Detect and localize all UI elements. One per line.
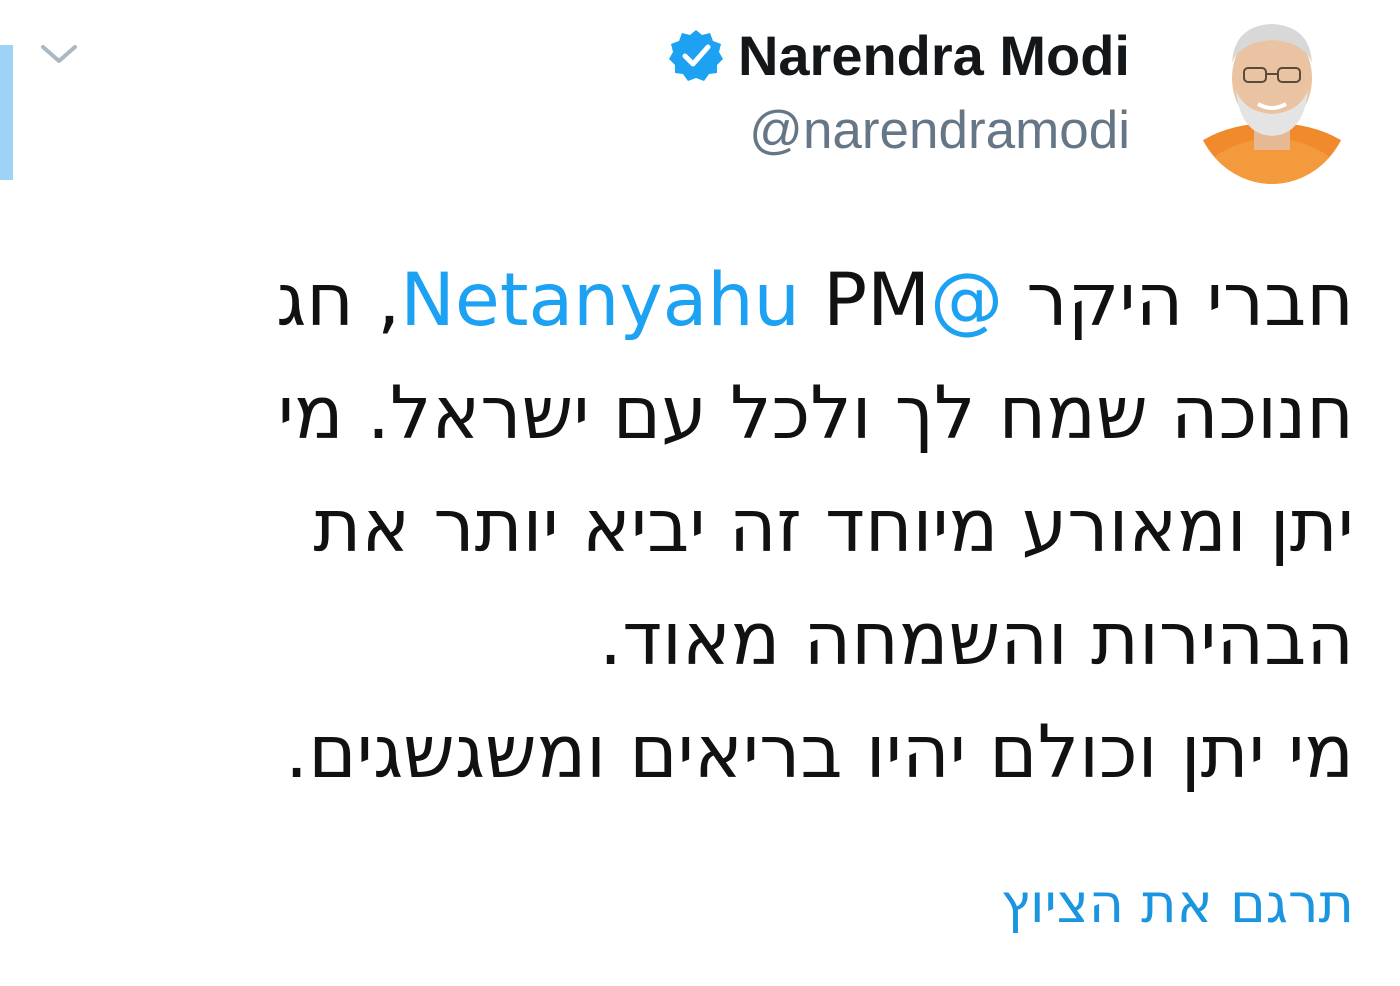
tweet-line-3: יתן ומאורע מיוחד זה יביא יותר את [313,484,1354,569]
chevron-down-icon[interactable] [38,38,80,68]
tweet-line-2: חנוכה שמח לך ולכל עם ישראל. מי [277,371,1354,456]
tweet-author[interactable]: Narendra Modi @narendramodi [668,20,1130,161]
author-name-row: Narendra Modi [668,20,1130,90]
tweet-line-1: חברי היקר @Netanyahu PM, חג [54,244,1354,357]
translate-tweet-link[interactable]: תרגם את הציוץ [1001,872,1354,935]
tweet-text: חברי היקר @Netanyahu PM, חג חנוכה שמח לך… [54,244,1354,809]
profile-photo [1192,24,1352,184]
author-display-name[interactable]: Narendra Modi [738,23,1130,88]
tweet-text-segment: חברי היקר [1003,258,1354,343]
author-handle[interactable]: @narendramodi [668,100,1130,161]
tweet-line-5: מי יתן וכולם יהיו בריאים ומשגשגים. [284,710,1354,795]
avatar[interactable] [1192,8,1352,184]
verified-badge-icon [668,30,723,81]
tweet-line-4: הבהירות והשמחה מאוד. [599,597,1354,682]
thread-indicator-bar [0,45,13,180]
